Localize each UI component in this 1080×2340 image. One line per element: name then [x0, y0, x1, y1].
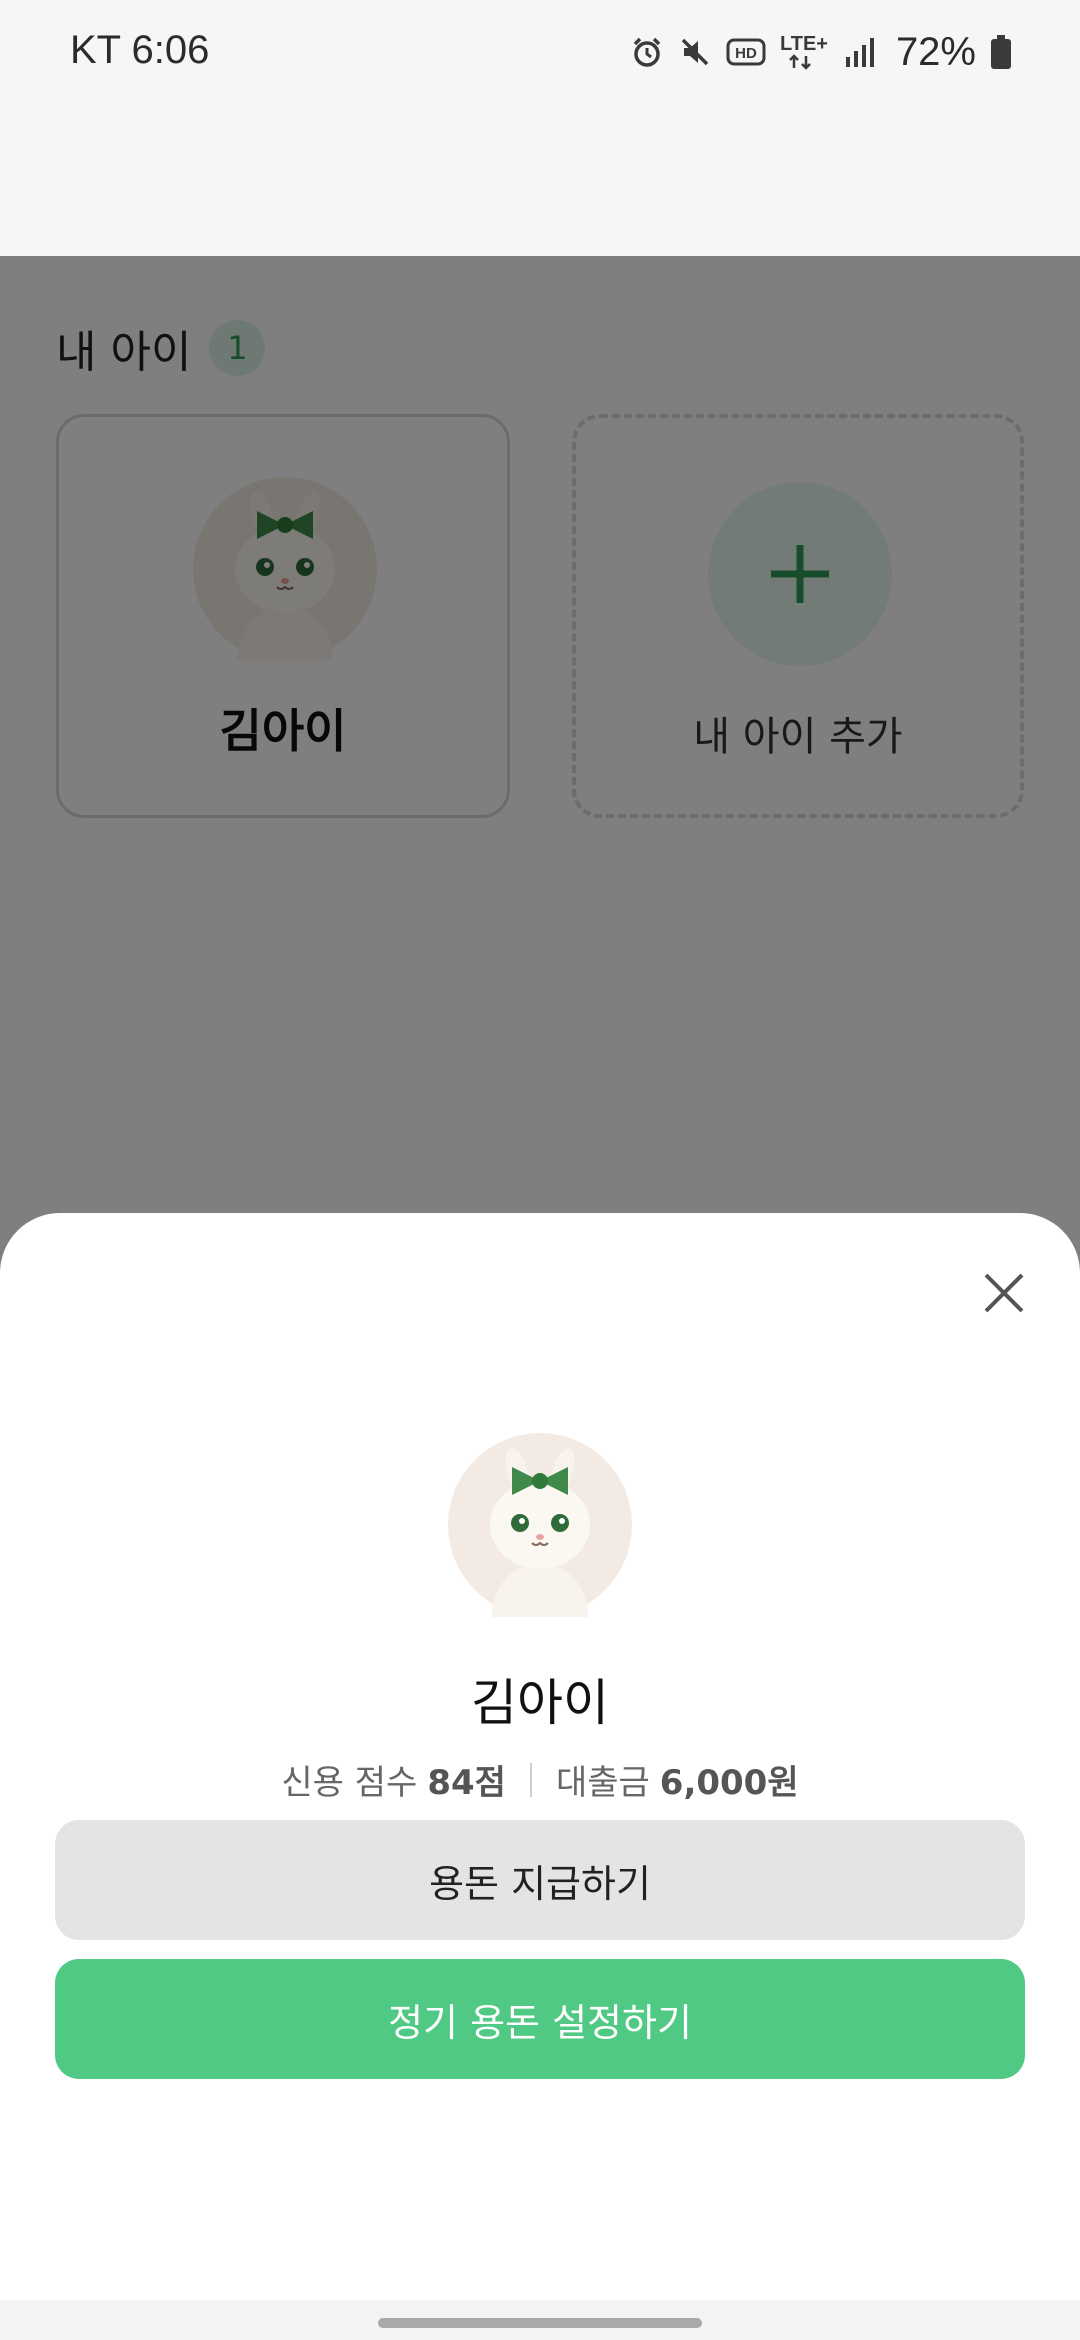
sheet-child-name: 김아이 — [471, 1674, 609, 1732]
home-indicator[interactable] — [378, 2318, 702, 2328]
status-icons: HD LTE+ 72% — [630, 22, 1012, 82]
give-allowance-button[interactable]: 용돈 지급하기 — [55, 1820, 1025, 1940]
close-button[interactable] — [976, 1265, 1032, 1321]
alarm-icon — [630, 35, 664, 69]
mute-icon — [678, 35, 712, 69]
credit-score-label: 신용 점수 — [281, 1763, 418, 1803]
loan-value: 6,000원 — [659, 1763, 799, 1803]
battery-percentage: 72% — [895, 29, 976, 74]
signal-icon — [844, 35, 878, 69]
bunny-avatar-icon — [448, 1433, 632, 1617]
child-summary: 신용 점수 84점 대출금 6,000원 — [0, 1755, 1080, 1804]
status-time: KT 6:06 — [70, 28, 210, 72]
lte-icon: LTE+ — [780, 32, 830, 72]
status-bar: KT 6:06 HD LTE+ 72% — [0, 0, 1080, 105]
info-divider — [529, 1762, 532, 1797]
regular-allowance-button[interactable]: 정기 용돈 설정하기 — [55, 1959, 1025, 2079]
navigation-bar — [0, 2300, 1080, 2340]
child-bottom-sheet: 김아이 신용 점수 84점 대출금 6,000원 용돈 지급하기 정기 용돈 설… — [0, 1213, 1080, 2340]
close-icon — [984, 1273, 1024, 1313]
credit-score-value: 84점 — [427, 1763, 506, 1803]
battery-icon — [990, 34, 1012, 70]
loan-label: 대출금 — [555, 1763, 650, 1803]
hd-icon: HD — [726, 35, 766, 69]
screen: KT 6:06 HD LTE+ 72% 내 아이 — [0, 0, 1080, 2340]
svg-text:LTE+: LTE+ — [780, 33, 828, 55]
svg-text:HD: HD — [735, 45, 757, 62]
